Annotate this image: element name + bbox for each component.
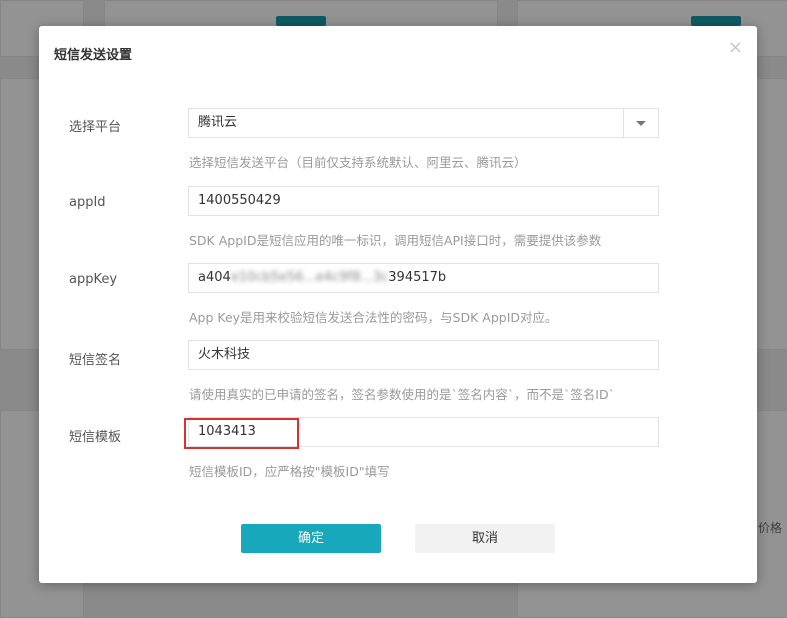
platform-label: 选择平台 [69, 120, 122, 135]
sign-input-value: 火木科技 [198, 347, 251, 362]
bg-button [691, 16, 741, 26]
close-icon[interactable]: × [728, 38, 743, 58]
sign-hint: 请使用真实的已申请的签名，签名参数使用的是`签名内容`，而不是`签名ID` [189, 387, 615, 402]
red-highlight-box [184, 418, 299, 449]
confirm-button[interactable]: 确定 [241, 524, 381, 553]
appkey-value-redacted: e10cb5e56...e4c9f8...3c [230, 270, 389, 285]
sms-settings-dialog: 短信发送设置 × 选择平台 腾讯云 选择短信发送平台（目前仅支持系统默认、阿里云… [39, 26, 757, 583]
platform-select-value: 腾讯云 [198, 115, 238, 130]
appid-label: appId [69, 195, 106, 210]
appkey-input[interactable]: a404e10cb5e56...e4c9f8...3c394517b [188, 263, 659, 293]
appkey-value-end: 394517b [388, 270, 447, 285]
platform-select[interactable]: 腾讯云 [188, 108, 659, 138]
sign-label: 短信签名 [69, 353, 122, 368]
platform-hint: 选择短信发送平台（目前仅支持系统默认、阿里云、腾讯云） [189, 155, 527, 170]
bg-price-text: 价格 [758, 521, 783, 535]
appkey-hint: App Key是用来校验短信发送合法性的密码，与SDK AppID对应。 [189, 310, 558, 325]
appkey-value-start: a404 [198, 270, 231, 285]
appid-input[interactable]: 1400550429 [188, 186, 659, 216]
bg-button [276, 16, 326, 26]
chevron-down-icon[interactable] [623, 109, 658, 137]
cancel-button[interactable]: 取消 [415, 524, 555, 553]
appid-input-value: 1400550429 [198, 193, 281, 208]
appid-hint: SDK AppID是短信应用的唯一标识，调用短信API接口时，需要提供该参数 [189, 233, 602, 248]
dialog-title: 短信发送设置 [54, 48, 133, 63]
sign-input[interactable]: 火木科技 [188, 340, 659, 370]
appkey-label: appKey [69, 272, 118, 287]
template-hint: 短信模板ID，应严格按"模板ID"填写 [189, 464, 390, 479]
template-label: 短信模板 [69, 430, 122, 445]
